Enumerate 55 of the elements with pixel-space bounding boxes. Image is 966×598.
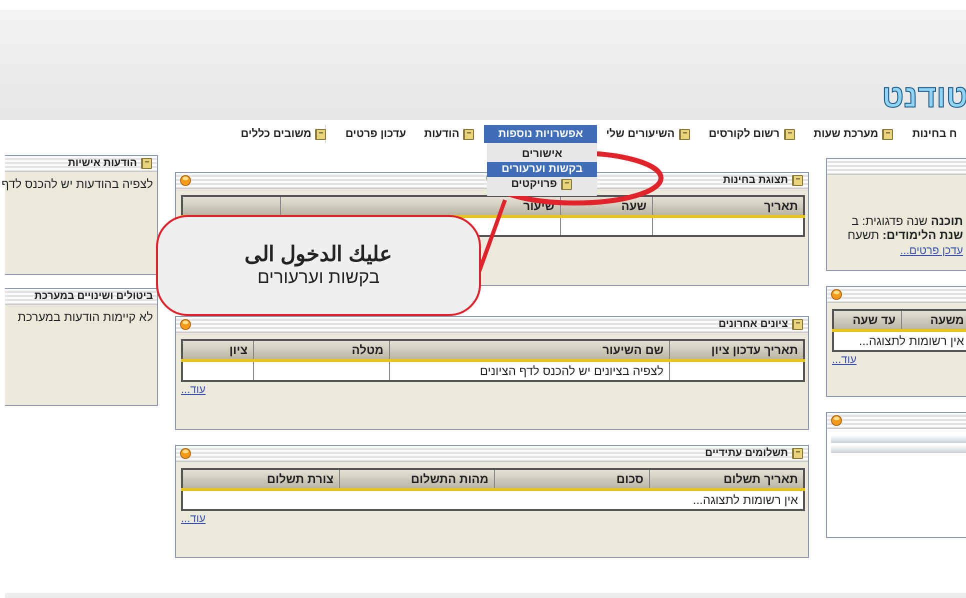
close-icon[interactable] xyxy=(180,175,191,186)
column-header: מהות התשלום xyxy=(339,469,494,490)
more-link[interactable]: עוד... xyxy=(176,382,808,398)
column-header: מטלה xyxy=(253,340,389,360)
column-header: צורת תשלום xyxy=(182,469,339,490)
nav-tab[interactable]: רשום לקורסים xyxy=(700,125,805,143)
menu-item[interactable]: אישורים xyxy=(487,147,598,162)
profile-line: תוכנה שנה פדגוגית: ב xyxy=(850,215,963,229)
book-icon xyxy=(791,447,804,460)
book-icon xyxy=(881,128,894,140)
book-icon xyxy=(314,128,328,140)
more-link[interactable]: עוד... xyxy=(827,352,966,368)
column-header: משעה xyxy=(901,310,966,330)
column-header: סכום xyxy=(494,469,649,490)
panel-title: תשלומים עתידיים xyxy=(704,446,788,461)
close-icon[interactable] xyxy=(831,415,842,426)
nav-tab[interactable]: משובים כללים xyxy=(232,125,336,143)
column-header: תאריך תשלום xyxy=(649,469,804,490)
logo: טודנט xyxy=(882,80,966,112)
panel-title: הודעות אישיות xyxy=(68,156,137,171)
more-link[interactable]: עוד... xyxy=(176,511,808,528)
book-icon xyxy=(678,128,691,140)
nav-tab[interactable]: אפשרויות נוספות xyxy=(484,125,598,143)
book-icon xyxy=(791,174,804,187)
menu-item[interactable]: בקשות וערעורים xyxy=(487,162,598,177)
close-icon[interactable] xyxy=(831,289,842,300)
empty-message: אין רשומות לתצוגה... xyxy=(182,490,804,510)
column-header: תאריך xyxy=(652,196,804,216)
book-icon xyxy=(782,128,796,140)
nav-tab[interactable]: מערכת שעות xyxy=(804,125,904,143)
panel-title: ביטולים ושינויים במערכת xyxy=(34,288,153,304)
book-icon xyxy=(560,178,574,191)
nav-tab[interactable]: השיעורים שלי xyxy=(597,125,700,143)
nav-tab[interactable]: ח בחינות xyxy=(903,125,966,143)
empty-message: אין רשומות לתצוגה... xyxy=(833,330,966,351)
column-header: ציון xyxy=(182,340,253,360)
book-icon xyxy=(791,318,804,331)
close-icon[interactable] xyxy=(180,448,191,459)
callout-title: عليك الدخول الى xyxy=(244,242,392,268)
column-header: שם השיעור xyxy=(389,340,669,360)
panel-text: לא קיימות הודעות במערכת xyxy=(16,309,154,326)
profile-link[interactable]: עדכן פרטים... xyxy=(827,242,963,260)
column-header: עד שעה xyxy=(833,310,901,330)
menu-item[interactable]: פרויקטים xyxy=(487,177,598,192)
book-icon xyxy=(462,128,476,140)
profile-line: שנת הלימודים: תשעח xyxy=(846,228,963,243)
column-header: תאריך עדכון ציון xyxy=(669,340,804,360)
close-icon[interactable] xyxy=(180,319,191,330)
table-cell: לצפיה בציונים יש להכנס לדף הציונים xyxy=(389,360,669,381)
book-icon xyxy=(140,157,153,170)
panel-title: תצוגת בחינות xyxy=(722,172,788,188)
nav-tab[interactable]: עדכון פרטים xyxy=(336,125,416,143)
panel-title: ציונים אחרונים xyxy=(718,316,788,332)
callout-text: בקשות וערעורים xyxy=(257,267,380,289)
nav-tab[interactable]: הודעות xyxy=(415,125,484,143)
